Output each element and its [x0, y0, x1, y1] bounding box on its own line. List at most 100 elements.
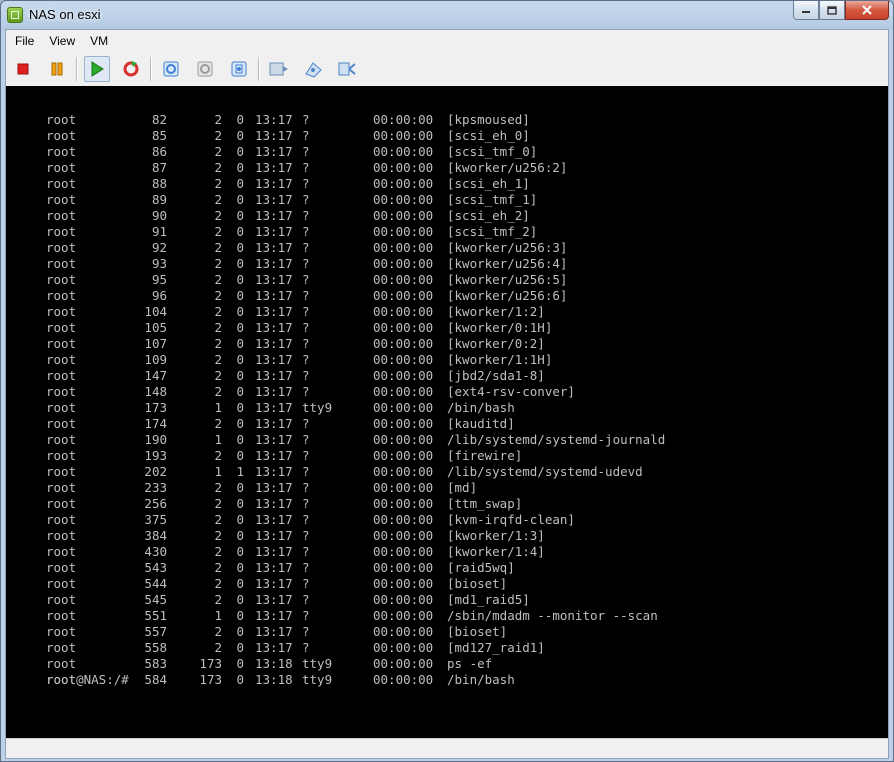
- process-stime: 13:17: [255, 304, 293, 319]
- process-pid: 107: [144, 336, 167, 351]
- cd-dvd-button[interactable]: [266, 56, 292, 82]
- floppy-button[interactable]: [300, 56, 326, 82]
- title-bar[interactable]: NAS on esxi: [1, 1, 894, 29]
- process-time: 00:00:00: [373, 256, 434, 271]
- process-user: root: [46, 432, 77, 447]
- process-pid: 233: [144, 480, 167, 495]
- process-stime: 13:17: [255, 592, 293, 607]
- process-tty: ?: [302, 176, 310, 191]
- process-cmd: [kworker/1:2]: [447, 304, 545, 319]
- process-time: 00:00:00: [373, 336, 434, 351]
- process-pid: 87: [151, 160, 167, 175]
- maximize-button[interactable]: [819, 1, 845, 20]
- process-time: 00:00:00: [373, 192, 434, 207]
- process-tty: ?: [302, 512, 310, 527]
- snapshot-icon: [163, 61, 179, 77]
- process-cmd: [raid5wq]: [447, 560, 515, 575]
- process-user: root: [46, 128, 77, 143]
- process-user: root: [46, 544, 77, 559]
- process-pid: 557: [144, 624, 167, 639]
- process-ppid: 2: [214, 272, 222, 287]
- process-stime: 13:17: [255, 480, 293, 495]
- process-cmd: [kworker/0:1H]: [447, 320, 553, 335]
- process-user: root: [46, 160, 77, 175]
- process-tty: ?: [302, 384, 310, 399]
- process-cmd: /sbin/mdadm --monitor --scan: [447, 608, 658, 623]
- process-cmd: [scsi_eh_1]: [447, 176, 530, 191]
- toolbar-separator: [258, 57, 260, 81]
- power-off-button[interactable]: [10, 56, 36, 82]
- process-time: 00:00:00: [373, 320, 434, 335]
- process-pid: 544: [144, 576, 167, 591]
- process-time: 00:00:00: [373, 304, 434, 319]
- process-cmd: [kvm-irqfd-clean]: [447, 512, 575, 527]
- process-time: 00:00:00: [373, 272, 434, 287]
- process-stime: 13:17: [255, 640, 293, 655]
- power-on-button[interactable]: [84, 56, 110, 82]
- process-pid: 90: [151, 208, 167, 223]
- process-tty: ?: [302, 272, 310, 287]
- reset-button[interactable]: [118, 56, 144, 82]
- process-user: root: [46, 480, 77, 495]
- process-tty: tty9: [302, 656, 333, 671]
- process-pid: 148: [144, 384, 167, 399]
- process-tty: ?: [302, 544, 310, 559]
- process-user: root: [46, 336, 77, 351]
- process-tty: ?: [302, 640, 310, 655]
- process-tty: ?: [302, 240, 310, 255]
- process-stime: 13:17: [255, 192, 293, 207]
- process-user: root: [46, 176, 77, 191]
- vm-console-screen[interactable]: root 82 2 0 13:17? 00:00:00 [kpsmoused] root 85 2…: [6, 86, 888, 739]
- close-button[interactable]: [845, 1, 889, 20]
- process-cmd: /bin/bash: [447, 672, 515, 687]
- process-tty: ?: [302, 352, 310, 367]
- process-stime: 13:17: [255, 160, 293, 175]
- process-stime: 13:17: [255, 432, 293, 447]
- process-cmd: [bioset]: [447, 624, 508, 639]
- process-c: 0: [236, 400, 244, 415]
- process-pid: 551: [144, 608, 167, 623]
- process-cmd: [kpsmoused]: [447, 112, 530, 127]
- process-time: 00:00:00: [373, 176, 434, 191]
- process-time: 00:00:00: [373, 128, 434, 143]
- menu-vm[interactable]: VM: [84, 34, 114, 48]
- process-cmd: [md1_raid5]: [447, 592, 530, 607]
- process-cmd: [kworker/u256:6]: [447, 288, 568, 303]
- process-c: 0: [236, 656, 244, 671]
- process-stime: 13:17: [255, 352, 293, 367]
- snapshot-manager-button[interactable]: [226, 56, 252, 82]
- reset-icon: [123, 61, 139, 77]
- menu-file[interactable]: File: [9, 34, 40, 48]
- process-c: 0: [236, 336, 244, 351]
- process-stime: 13:17: [255, 256, 293, 271]
- process-time: 00:00:00: [373, 496, 434, 511]
- process-stime: 13:17: [255, 512, 293, 527]
- client-area: File View VM root 82 2 0 13:17 ? 00:00:0…: [5, 29, 889, 759]
- process-c: 0: [236, 112, 244, 127]
- network-button[interactable]: [334, 56, 360, 82]
- process-tty: ?: [302, 464, 310, 479]
- process-time: 00:00:00: [373, 464, 434, 479]
- process-ppid: 2: [214, 240, 222, 255]
- process-pid: 88: [151, 176, 167, 191]
- snapshot-button[interactable]: [158, 56, 184, 82]
- process-time: 00:00:00: [373, 560, 434, 575]
- process-tty: ?: [302, 160, 310, 175]
- process-pid: 430: [144, 544, 167, 559]
- process-ppid: 2: [214, 576, 222, 591]
- process-ppid: 2: [214, 208, 222, 223]
- process-c: 0: [236, 240, 244, 255]
- process-stime: 13:17: [255, 224, 293, 239]
- process-ppid: 2: [214, 128, 222, 143]
- process-pid: 89: [151, 192, 167, 207]
- process-time: 00:00:00: [373, 208, 434, 223]
- process-user: root: [46, 448, 77, 463]
- suspend-button[interactable]: [44, 56, 70, 82]
- minimize-button[interactable]: [793, 1, 819, 20]
- menu-view[interactable]: View: [43, 34, 81, 48]
- process-ppid: 2: [214, 512, 222, 527]
- process-ppid: 2: [214, 592, 222, 607]
- toolbar-separator: [150, 57, 152, 81]
- process-tty: ?: [302, 112, 310, 127]
- revert-snapshot-button[interactable]: [192, 56, 218, 82]
